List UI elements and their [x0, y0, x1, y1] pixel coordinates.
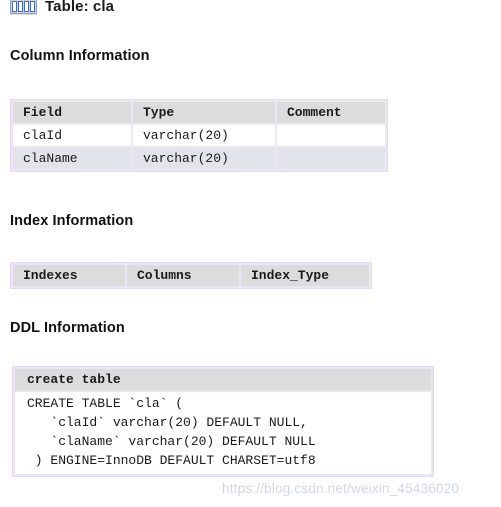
table-row[interactable]: claName varchar(20)	[13, 148, 385, 169]
cell-field: claName	[13, 148, 131, 169]
column-information-table: Field Type Comment claId varchar(20) cla…	[10, 99, 388, 172]
page-title: Table: cla	[45, 0, 115, 15]
column-header-comment[interactable]: Comment	[277, 102, 385, 123]
column-header-index-type[interactable]: Index_Type	[241, 265, 369, 286]
ddl-information-table: create table CREATE TABLE `cla` ( `claId…	[12, 366, 434, 477]
table-grid-icon	[10, 0, 37, 14]
table-header-row: create table	[15, 369, 431, 390]
index-information-heading: Index Information	[10, 213, 134, 229]
index-information-table: Indexes Columns Index_Type	[10, 262, 372, 289]
cell-field: claId	[13, 125, 131, 146]
column-header-columns[interactable]: Columns	[127, 265, 239, 286]
column-header-indexes[interactable]: Indexes	[13, 265, 125, 286]
cell-comment	[277, 148, 385, 169]
cell-type: varchar(20)	[133, 148, 275, 169]
table-row[interactable]: claId varchar(20)	[13, 125, 385, 146]
column-information-heading: Column Information	[10, 48, 150, 64]
table-row[interactable]: CREATE TABLE `cla` ( `claId` varchar(20)…	[15, 392, 431, 474]
column-header-create-table[interactable]: create table	[15, 369, 431, 390]
column-header-type[interactable]: Type	[133, 102, 275, 123]
table-header-row: Field Type Comment	[13, 102, 385, 123]
watermark-text: https://blog.csdn.net/weixin_45436020	[222, 481, 460, 496]
ddl-information-heading: DDL Information	[10, 320, 125, 336]
ddl-sql-text: CREATE TABLE `cla` ( `claId` varchar(20)…	[27, 396, 316, 468]
table-header-row: Indexes Columns Index_Type	[13, 265, 369, 286]
page-title-row: Table: cla	[0, 0, 114, 19]
column-header-field[interactable]: Field	[13, 102, 131, 123]
cell-comment	[277, 125, 385, 146]
cell-type: varchar(20)	[133, 125, 275, 146]
